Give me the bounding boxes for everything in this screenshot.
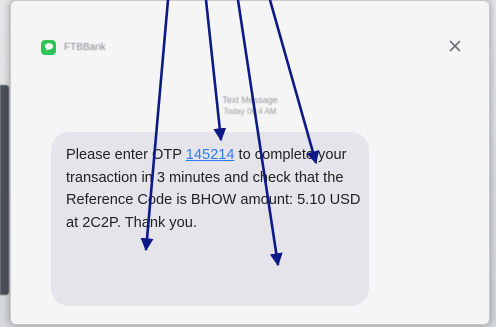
message-bubble-icon bbox=[41, 39, 56, 55]
notification-card[interactable]: FTBBank Text Message Today 09:4 AM Pleas… bbox=[10, 0, 490, 325]
message-text: Please enter OTP 145214 to complete your… bbox=[66, 144, 361, 234]
app-name: FTBBank bbox=[64, 41, 106, 53]
message-text-before-otp: Please enter OTP bbox=[66, 147, 186, 163]
message-bubble: Please enter OTP 145214 to complete your… bbox=[51, 132, 369, 306]
screenshot-stage: FTBBank Text Message Today 09:4 AM Pleas… bbox=[0, 0, 496, 327]
close-x-icon bbox=[449, 40, 461, 52]
background-window-edge bbox=[0, 85, 9, 295]
notification-header: FTBBank bbox=[41, 38, 106, 56]
message-timestamp: Today 09:4 AM bbox=[223, 107, 277, 116]
otp-code-link[interactable]: 145214 bbox=[186, 147, 235, 163]
close-button[interactable] bbox=[446, 37, 464, 55]
message-type-label: Text Message bbox=[222, 95, 278, 105]
